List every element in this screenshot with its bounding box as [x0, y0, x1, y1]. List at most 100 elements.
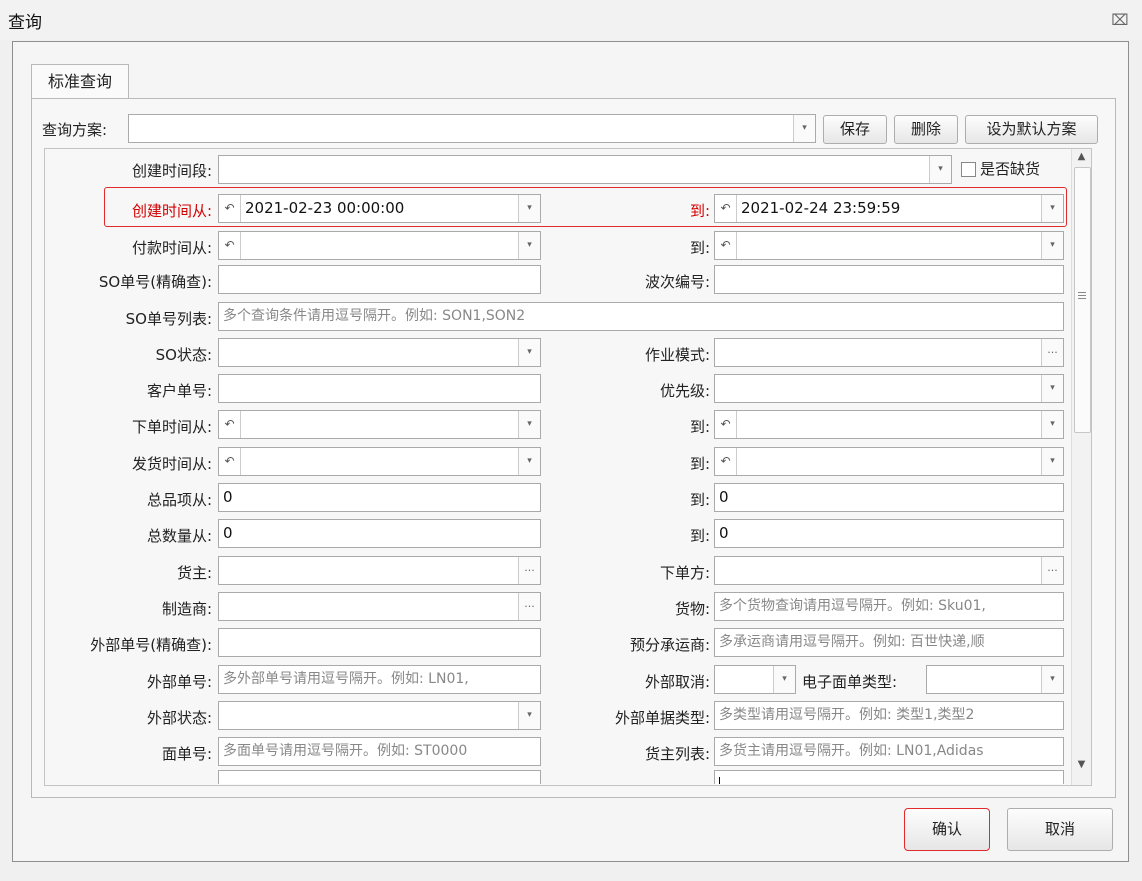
save-button[interactable]: 保存: [823, 115, 887, 144]
ship-from-date[interactable]: ↶ ▾: [218, 447, 541, 476]
set-default-button[interactable]: 设为默认方案: [965, 115, 1098, 144]
ext-no-input[interactable]: 多外部单号请用逗号隔开。例如: LN01,: [218, 665, 541, 694]
items-to-input[interactable]: 0: [714, 483, 1064, 512]
close-icon[interactable]: ⌧: [1110, 10, 1130, 30]
manufacturer-picker[interactable]: ···: [218, 592, 541, 621]
customer-no-input[interactable]: [218, 374, 541, 403]
pay-to-date[interactable]: ↶ ▾: [714, 231, 1064, 260]
clipped-row-left: [218, 770, 541, 784]
chevron-down-icon[interactable]: ▾: [518, 339, 540, 366]
chevron-down-icon[interactable]: ▾: [518, 195, 540, 222]
confirm-button[interactable]: 确认: [904, 808, 990, 851]
chevron-down-icon[interactable]: ▾: [1041, 666, 1063, 693]
label-ship-from: 发货时间从:: [131, 455, 212, 473]
checkbox-box[interactable]: [961, 162, 976, 177]
scroll-down-icon[interactable]: ▼: [1075, 759, 1088, 771]
order-party-picker[interactable]: ···: [714, 556, 1064, 585]
ship-to-date[interactable]: ↶ ▾: [714, 447, 1064, 476]
owner-picker[interactable]: ···: [218, 556, 541, 585]
label-face-no: 面单号:: [161, 745, 212, 763]
chevron-down-icon[interactable]: ▾: [1041, 375, 1063, 402]
qty-to-input[interactable]: 0: [714, 519, 1064, 548]
order-to-date[interactable]: ↶ ▾: [714, 410, 1064, 439]
ext-cancel-select[interactable]: ▾: [714, 665, 796, 694]
chevron-down-icon[interactable]: ▾: [1041, 195, 1063, 222]
ellipsis-icon[interactable]: ···: [1041, 557, 1063, 584]
undo-icon[interactable]: ↶: [715, 232, 737, 259]
eform-type-select[interactable]: ▾: [926, 665, 1064, 694]
ext-doc-type-input[interactable]: 多类型请用逗号隔开。例如: 类型1,类型2: [714, 701, 1064, 730]
label-priority: 优先级:: [659, 382, 710, 400]
label-ext-cancel: 外部取消:: [644, 673, 710, 691]
label-ext-exact: 外部单号(精确查):: [90, 636, 212, 654]
chevron-down-icon[interactable]: ▾: [1041, 232, 1063, 259]
tab-standard-query[interactable]: 标准查询: [31, 64, 129, 100]
label-create-from: 创建时间从:: [131, 202, 212, 220]
scrollbar-thumb[interactable]: [1074, 167, 1091, 433]
create-period-select[interactable]: ▾: [218, 155, 952, 184]
order-from-date[interactable]: ↶ ▾: [218, 410, 541, 439]
qty-from-input[interactable]: 0: [218, 519, 541, 548]
undo-icon[interactable]: ↶: [219, 448, 241, 475]
label-qty-to: 到:: [689, 527, 710, 545]
priority-select[interactable]: ▾: [714, 374, 1064, 403]
label-eform-type: 电子面单类型:: [802, 673, 898, 691]
label-wave-no: 波次编号:: [644, 273, 710, 291]
label-owner-list: 货主列表:: [644, 745, 710, 763]
undo-icon[interactable]: ↶: [715, 411, 737, 438]
label-manufacturer: 制造商:: [161, 600, 212, 618]
label-so-list: SO单号列表:: [125, 310, 212, 328]
chevron-down-icon[interactable]: ▾: [1041, 411, 1063, 438]
label-create-period: 创建时间段:: [131, 162, 212, 180]
undo-icon[interactable]: ↶: [715, 195, 737, 222]
chevron-down-icon[interactable]: ▾: [1041, 448, 1063, 475]
label-ext-status: 外部状态:: [146, 709, 212, 727]
undo-icon[interactable]: ↶: [219, 195, 241, 222]
so-status-select[interactable]: ▾: [218, 338, 541, 367]
so-list-input[interactable]: 多个查询条件请用逗号隔开。例如: SON1,SON2: [218, 302, 1064, 331]
label-owner: 货主:: [176, 564, 212, 582]
undo-icon[interactable]: ↶: [219, 411, 241, 438]
chevron-down-icon[interactable]: ▾: [793, 115, 815, 142]
pay-from-date[interactable]: ↶ ▾: [218, 231, 541, 260]
create-to-date[interactable]: ↶ 2021-02-24 23:59:59 ▾: [714, 194, 1064, 223]
so-exact-input[interactable]: [218, 265, 541, 294]
owner-list-input[interactable]: 多货主请用逗号隔开。例如: LN01,Adidas: [714, 737, 1064, 766]
ellipsis-icon[interactable]: ···: [518, 557, 540, 584]
ext-status-select[interactable]: ▾: [218, 701, 541, 730]
label-items-from: 总品项从:: [146, 491, 212, 509]
cancel-button[interactable]: 取消: [1007, 808, 1113, 851]
scheme-select[interactable]: ▾: [128, 114, 816, 143]
label-customer-no: 客户单号:: [146, 382, 212, 400]
ellipsis-icon[interactable]: ···: [518, 593, 540, 620]
scroll-up-icon[interactable]: ▲: [1075, 151, 1088, 163]
undo-icon[interactable]: ↶: [715, 448, 737, 475]
chevron-down-icon[interactable]: ▾: [773, 666, 795, 693]
chevron-down-icon[interactable]: ▾: [929, 156, 951, 183]
delete-button[interactable]: 删除: [894, 115, 958, 144]
label-order-from: 下单时间从:: [131, 418, 212, 436]
ellipsis-icon[interactable]: ···: [1041, 339, 1063, 366]
label-ship-to: 到:: [689, 455, 710, 473]
label-order-to: 到:: [689, 418, 710, 436]
label-qty-from: 总数量从:: [146, 527, 212, 545]
label-ext-no: 外部单号:: [146, 673, 212, 691]
label-pay-to: 到:: [689, 239, 710, 257]
lack-goods-checkbox[interactable]: 是否缺货: [961, 158, 1040, 179]
items-from-input[interactable]: 0: [218, 483, 541, 512]
undo-icon[interactable]: ↶: [219, 232, 241, 259]
chevron-down-icon[interactable]: ▾: [518, 411, 540, 438]
label-ext-doc-type: 外部单据类型:: [614, 709, 710, 727]
work-mode-picker[interactable]: ···: [714, 338, 1064, 367]
face-no-input[interactable]: 多面单号请用逗号隔开。例如: ST0000: [218, 737, 541, 766]
create-from-date[interactable]: ↶ 2021-02-23 00:00:00 ▾: [218, 194, 541, 223]
chevron-down-icon[interactable]: ▾: [518, 232, 540, 259]
chevron-down-icon[interactable]: ▾: [518, 448, 540, 475]
chevron-down-icon[interactable]: ▾: [518, 702, 540, 729]
scheme-value: [129, 119, 133, 137]
vertical-scrollbar[interactable]: ▲ ▼: [1071, 149, 1091, 785]
carrier-input[interactable]: 多承运商请用逗号隔开。例如: 百世快递,顺: [714, 628, 1064, 657]
goods-input[interactable]: 多个货物查询请用逗号隔开。例如: Sku01,: [714, 592, 1064, 621]
wave-no-input[interactable]: [714, 265, 1064, 294]
ext-exact-input[interactable]: [218, 628, 541, 657]
